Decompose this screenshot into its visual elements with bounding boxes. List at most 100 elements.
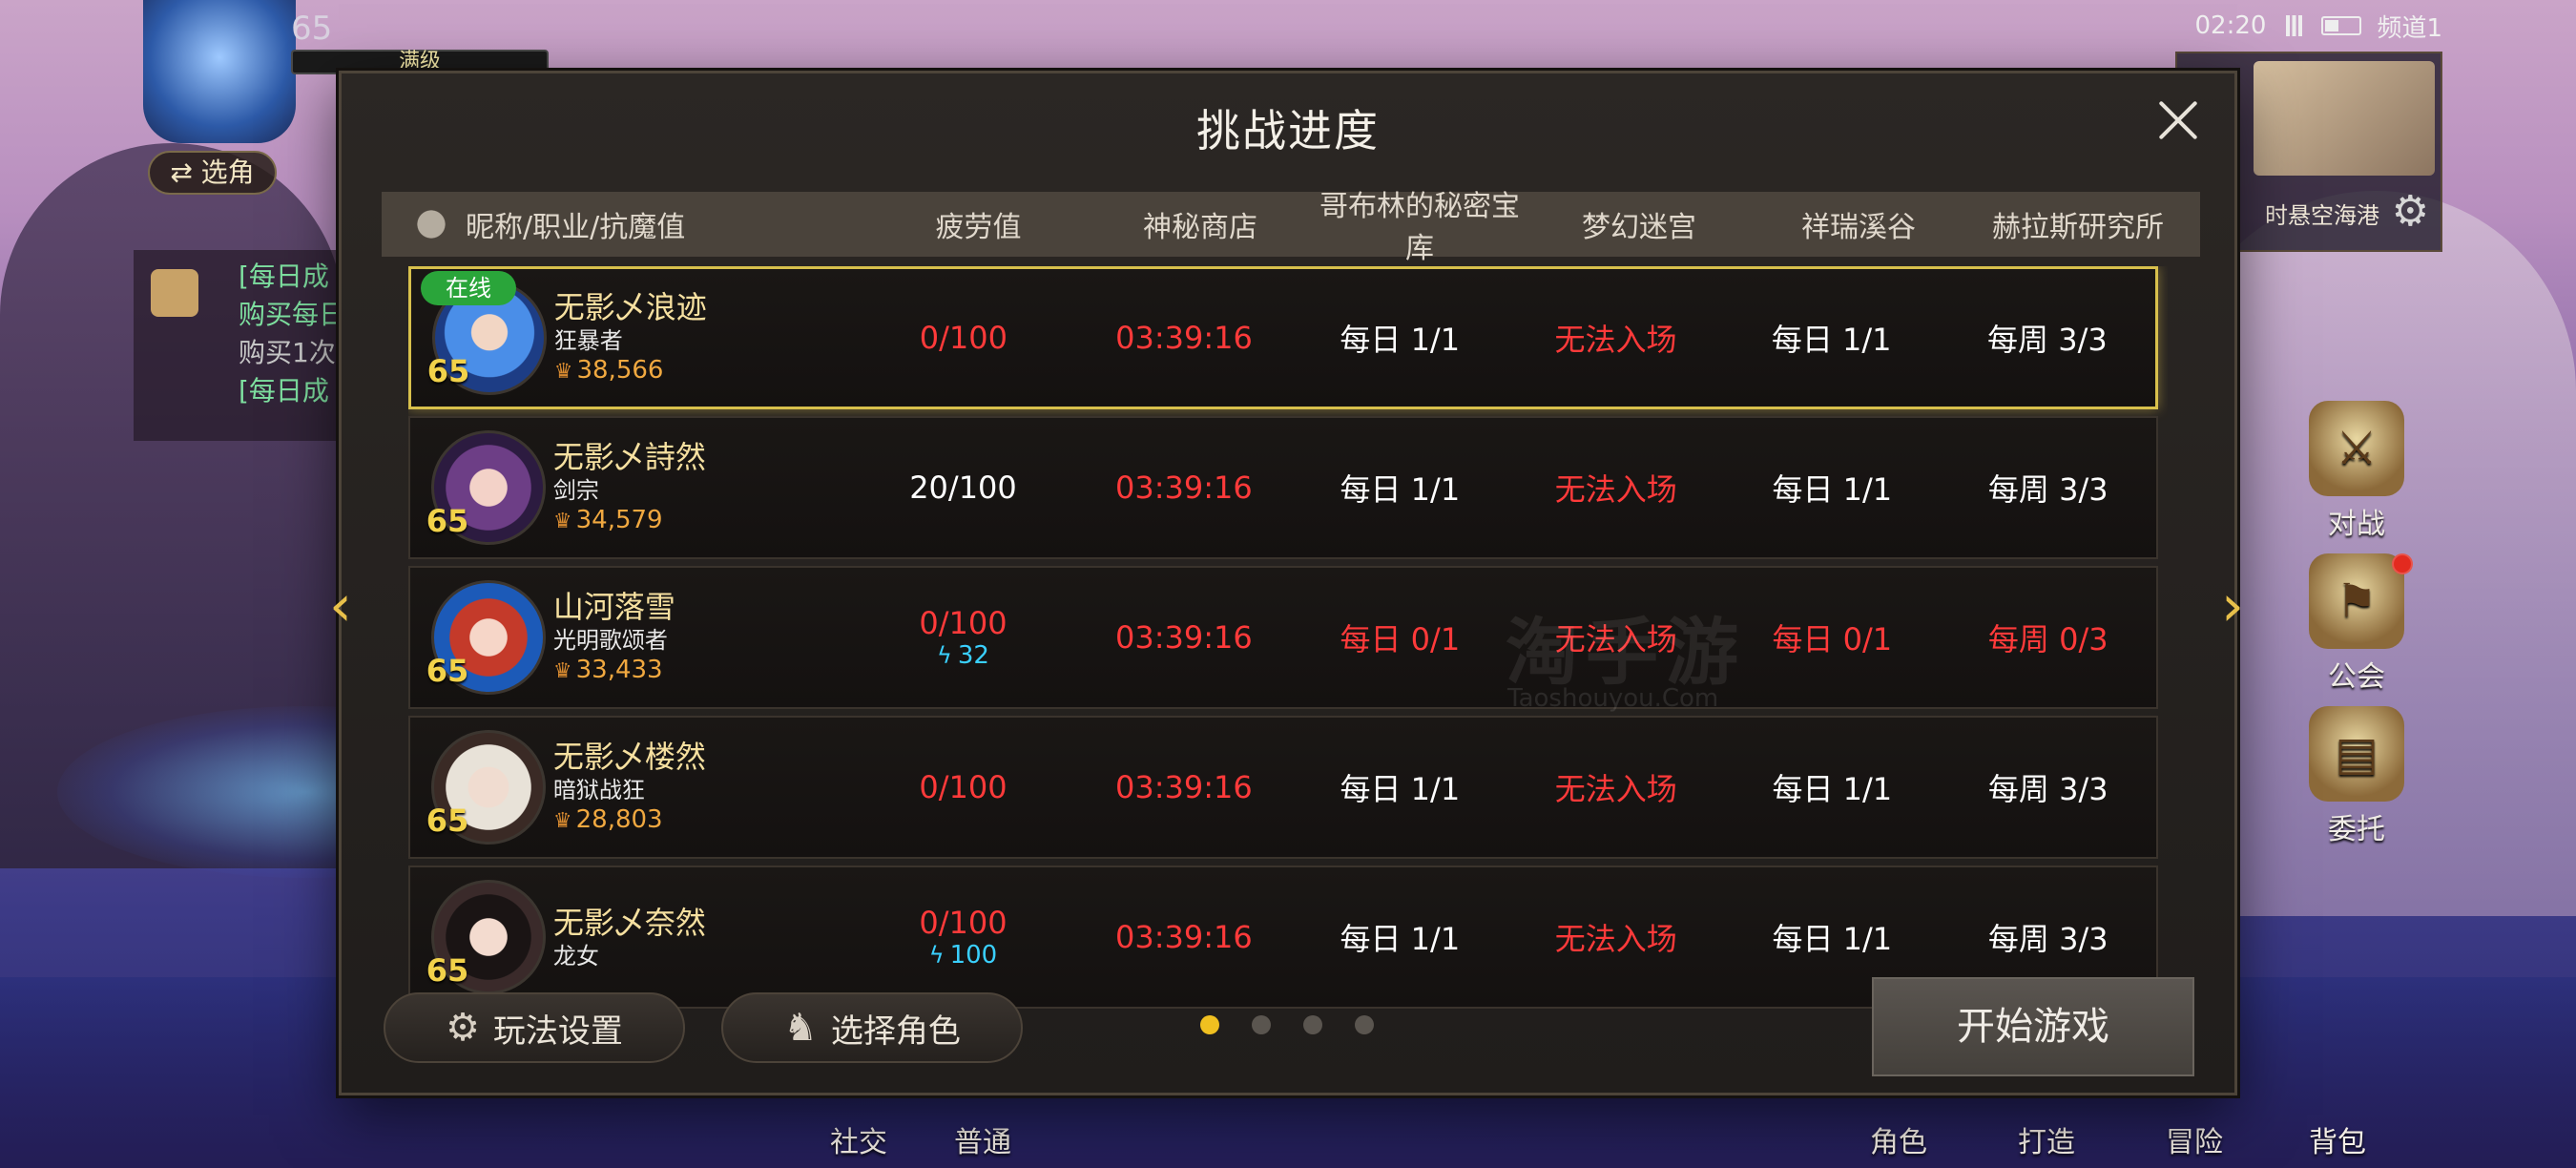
online-badge: 在线 <box>421 271 516 305</box>
character-list[interactable]: 在线 65 无影乄浪迹 狂暴者 ♛ 38,566 0/100 03:39:16 每… <box>408 266 2168 1030</box>
shop-cell: 03:39:16 <box>1115 619 1253 656</box>
lab-cell: 每周 0/3 <box>1987 621 2109 657</box>
fatigue-cell: 0/100 <box>850 769 1075 805</box>
character-info: 无影乄詩然 剑宗 ♛ 34,579 <box>550 438 831 537</box>
maze-cell: 无法入场 <box>1554 771 1677 807</box>
watermark: 淘手游 <box>1506 610 1746 695</box>
character-name: 无影乄浪迹 <box>553 289 707 325</box>
channel-label[interactable]: 频道1 <box>2377 9 2442 44</box>
bottom-forge[interactable]: 打造 <box>2018 1118 2075 1160</box>
fatigue-cell: 0/100 <box>851 320 1076 356</box>
shop-cell: 03:39:16 <box>1115 769 1253 805</box>
fatigue-value: 0/100 <box>919 605 1008 641</box>
fatigue-value: 0/100 <box>919 905 1008 941</box>
gameplay-settings-button[interactable]: ⚙ 玩法设置 <box>384 992 685 1063</box>
commission-label: 委托 <box>2328 813 2385 846</box>
scroll-icon <box>151 269 198 317</box>
character-avatar-wrap: 65 <box>420 870 550 1004</box>
commission-button[interactable]: ▤ 委托 <box>2295 706 2419 847</box>
character-power: ♛ 38,566 <box>554 355 832 387</box>
notification-dot <box>2392 553 2413 574</box>
power-value: 28,803 <box>575 805 663 834</box>
battle-button[interactable]: ⚔ 对战 <box>2295 401 2419 542</box>
character-power: ♛ 34,579 <box>553 505 831 537</box>
guild-button[interactable]: ⚑ 公会 <box>2295 553 2419 695</box>
page-dot[interactable] <box>1200 1015 1219 1034</box>
character-row[interactable]: 在线 65 无影乄浪迹 狂暴者 ♛ 38,566 0/100 03:39:16 每… <box>408 266 2158 409</box>
chat-line: [每日成 <box>239 261 329 292</box>
level-badge: 65 <box>421 353 476 391</box>
bottom-normal[interactable]: 普通 <box>954 1118 1011 1160</box>
character-name: 无影乄奈然 <box>552 905 706 941</box>
level-badge: 65 <box>420 653 475 691</box>
table-header: 昵称/职业/抗魔值 疲劳值 神秘商店 哥布林的秘密宝库 梦幻迷宫 祥瑞溪谷 赫拉… <box>382 190 2200 265</box>
chat-panel[interactable]: [每日成 购买每日 购买1次 [每日成 <box>134 250 363 441</box>
power-value: 38,566 <box>576 356 664 385</box>
character-row[interactable]: 65 无影乄詩然 剑宗 ♛ 34,579 20/100 03:39:16 每日 1… <box>408 416 2158 559</box>
shop-cell: 03:39:16 <box>1115 320 1253 356</box>
character-row[interactable]: 65 山河落雪 光明歌颂者 ♛ 33,433 0/100 ϟ 32 03:39:16… <box>408 566 2158 709</box>
page-indicator <box>1200 1015 1374 1034</box>
goblin-cell: 每日 1/1 <box>1340 471 1461 508</box>
close-icon[interactable] <box>2147 91 2208 152</box>
character-name: 无影乄詩然 <box>552 439 706 475</box>
header-shop: 神秘商店 <box>1143 211 1257 244</box>
player-avatar[interactable] <box>143 0 296 143</box>
goblin-cell: 每日 1/1 <box>1340 921 1461 957</box>
map-name: 时悬空海港 <box>2265 202 2379 229</box>
character-silhouette-icon <box>405 203 458 245</box>
character-info: 山河落雪 光明歌颂者 ♛ 33,433 <box>550 588 831 687</box>
page-dot[interactable] <box>1252 1015 1271 1034</box>
challenge-progress-dialog: 挑战进度 昵称/职业/抗魔值 疲劳值 神秘商店 哥布林的秘密宝库 梦幻迷宫 祥瑞… <box>339 71 2237 1095</box>
character-power: ♛ 33,433 <box>553 655 831 687</box>
fatigue-bonus-value: 32 <box>957 641 989 670</box>
character-class: 龙女 <box>552 943 599 970</box>
fatigue-cell: 0/100 ϟ 100 <box>850 905 1075 970</box>
valley-cell: 每日 0/1 <box>1772 621 1893 657</box>
character-avatar-wrap: 在线 65 <box>421 271 551 405</box>
start-game-button[interactable]: 开始游戏 <box>1872 977 2194 1076</box>
signal-icon <box>2281 15 2307 36</box>
character-row[interactable]: 65 无影乄楼然 暗狱战狂 ♛ 28,803 0/100 03:39:16 每日 … <box>408 716 2158 859</box>
fatigue-cell: 0/100 ϟ 32 <box>850 605 1075 670</box>
dialog-title: 挑战进度 <box>1196 105 1380 156</box>
fatigue-value: 20/100 <box>909 469 1017 506</box>
battle-label: 对战 <box>2328 508 2385 541</box>
page-dot[interactable] <box>1303 1015 1322 1034</box>
gear-icon[interactable]: ⚙ <box>2392 187 2429 236</box>
select-character-label: 选择角色 <box>830 1012 961 1051</box>
player-level: 65 <box>291 10 333 48</box>
guild-banner-icon: ⚑ <box>2309 553 2404 649</box>
maze-cell: 无法入场 <box>1554 322 1677 358</box>
lab-cell: 每周 3/3 <box>1987 771 2109 807</box>
chat-line: [每日成 <box>239 375 329 407</box>
header-name: 昵称/职业/抗魔值 <box>466 211 686 244</box>
shop-cell: 03:39:16 <box>1115 469 1253 506</box>
bottom-role[interactable]: 角色 <box>1870 1118 1927 1160</box>
header-lab: 赫拉斯研究所 <box>1992 211 2164 244</box>
chevron-right-icon[interactable]: › <box>2209 573 2256 639</box>
select-character-button[interactable]: ♞ 选择角色 <box>721 992 1023 1063</box>
level-badge: 65 <box>420 803 475 841</box>
chevron-left-icon[interactable]: ‹ <box>317 573 364 639</box>
lab-cell: 每周 3/3 <box>1987 921 2109 957</box>
valley-cell: 每日 1/1 <box>1772 921 1893 957</box>
fatigue-bonus: ϟ 32 <box>850 641 1075 670</box>
guild-label: 公会 <box>2328 660 2385 694</box>
page-dot[interactable] <box>1355 1015 1374 1034</box>
maze-cell: 无法入场 <box>1554 471 1677 508</box>
bottom-adventure[interactable]: 冒险 <box>2166 1118 2223 1160</box>
fatigue-cell: 20/100 <box>850 469 1075 506</box>
lightning-icon: ϟ <box>937 642 952 669</box>
header-valley: 祥瑞溪谷 <box>1801 211 1916 244</box>
power-value: 33,433 <box>575 656 663 684</box>
lab-cell: 每周 3/3 <box>1987 322 2108 358</box>
bottom-bag[interactable]: 背包 <box>2309 1118 2366 1160</box>
clock: 02:20 <box>2194 11 2267 40</box>
demon-resist-icon: ♛ <box>552 510 572 533</box>
select-role-button[interactable]: ⇄ 选角 <box>148 151 277 195</box>
level-badge: 65 <box>420 952 475 991</box>
lightning-icon: ϟ <box>928 942 945 969</box>
bottom-social[interactable]: 社交 <box>830 1118 887 1160</box>
character-power: ♛ 28,803 <box>553 804 831 837</box>
